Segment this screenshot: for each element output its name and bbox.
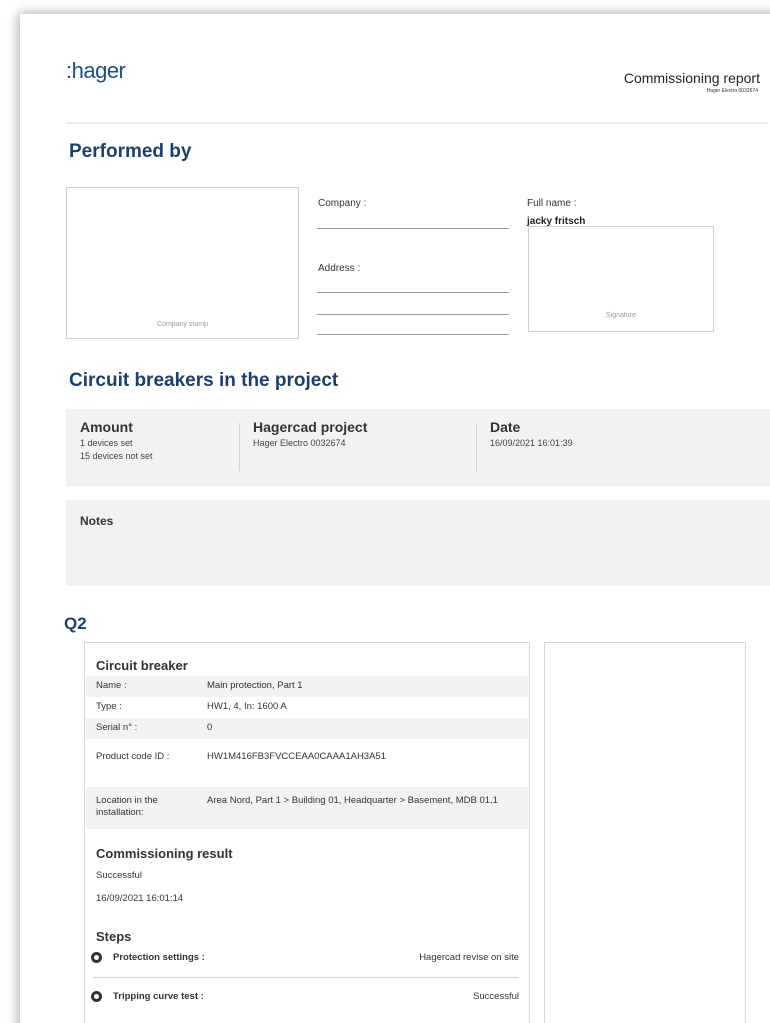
steps-heading: Steps bbox=[96, 929, 132, 944]
list-item: Protection settings : Hagercad revise on… bbox=[91, 948, 519, 970]
address-field-line-2[interactable] bbox=[317, 314, 509, 315]
company-stamp-box: Company stamp bbox=[66, 187, 299, 339]
report-title: Commissioning report bbox=[623, 70, 760, 86]
hagercad-value: Hager Electro 0032674 bbox=[253, 438, 346, 448]
result-date: 16/09/2021 16:01:14 bbox=[96, 893, 184, 904]
address-field-line-3[interactable] bbox=[317, 334, 509, 335]
notes-panel: Notes bbox=[66, 500, 770, 586]
row-value: HW1M416FB3FVCCEAA0CAAA1AH3A51 bbox=[207, 751, 386, 762]
report-page: :hager Commissioning report Hager Electr… bbox=[20, 14, 770, 1023]
project-heading: Circuit breakers in the project bbox=[69, 370, 339, 391]
hagercad-column: Hagercad project Hager Electro 0032674 bbox=[253, 419, 367, 448]
amount-title: Amount bbox=[80, 419, 133, 435]
address-label: Address : bbox=[318, 263, 361, 274]
step-result: Successful bbox=[473, 991, 519, 1002]
performed-by-heading: Performed by bbox=[69, 141, 192, 162]
step-result: Hagercad revise on site bbox=[419, 952, 519, 963]
summary-divider bbox=[476, 423, 477, 471]
signature-box: Signature bbox=[528, 226, 714, 332]
date-value: 16/09/2021 16:01:39 bbox=[490, 438, 573, 448]
amount-set: 1 devices set bbox=[80, 438, 133, 448]
company-stamp-label: Company stamp bbox=[157, 321, 208, 328]
row-value: HW1, 4, In: 1600 A bbox=[207, 701, 287, 712]
row-value: Main protection, Part 1 bbox=[207, 680, 303, 691]
report-subtitle: Hager Electro 0032674 bbox=[706, 88, 758, 94]
row-label: Serial n° : bbox=[96, 722, 138, 733]
step-name: Protection settings : bbox=[113, 952, 205, 963]
result-status: Successful bbox=[96, 870, 142, 881]
table-row: Location in the installation: Area Nord,… bbox=[86, 787, 528, 829]
header-divider bbox=[66, 122, 768, 124]
step-status-icon bbox=[91, 952, 102, 963]
amount-not-set: 15 devices not set bbox=[80, 451, 153, 461]
row-label: Location in the installation: bbox=[96, 795, 158, 818]
summary-divider bbox=[239, 423, 240, 471]
row-label: Type : bbox=[96, 701, 122, 712]
signature-label: Signature bbox=[606, 312, 636, 319]
hager-logo: :hager bbox=[66, 58, 126, 83]
row-value: Area Nord, Part 1 > Building 01, Headqua… bbox=[207, 795, 498, 806]
commissioning-result-heading: Commissioning result bbox=[96, 846, 233, 861]
table-row: Type : HW1, 4, In: 1600 A bbox=[86, 697, 528, 718]
address-field-line-1[interactable] bbox=[317, 292, 509, 293]
hagercad-title: Hagercad project bbox=[253, 419, 368, 435]
company-label: Company : bbox=[318, 198, 367, 209]
step-name: Tripping curve test : bbox=[113, 991, 204, 1002]
notes-title: Notes bbox=[80, 514, 114, 528]
project-summary-panel: Amount 1 devices set 15 devices not set … bbox=[66, 409, 770, 486]
table-row: Name : Main protection, Part 1 bbox=[86, 676, 528, 697]
device-image-card bbox=[544, 642, 746, 1023]
circuit-breaker-card: Circuit breaker Name : Main protection, … bbox=[84, 642, 530, 1023]
row-value: 0 bbox=[207, 722, 213, 733]
full-name-label: Full name : bbox=[527, 198, 577, 209]
step-status-icon bbox=[91, 991, 102, 1002]
step-divider bbox=[93, 977, 519, 978]
amount-column: Amount 1 devices set 15 devices not set bbox=[80, 419, 153, 461]
table-row: Serial n° : 0 bbox=[86, 718, 528, 739]
company-field-line[interactable] bbox=[317, 228, 509, 229]
date-column: Date 16/09/2021 16:01:39 bbox=[490, 419, 573, 448]
circuit-breaker-heading: Circuit breaker bbox=[96, 658, 188, 673]
row-label: Product code ID : bbox=[96, 751, 170, 762]
list-item: Tripping curve test : Successful bbox=[91, 987, 519, 1009]
date-title: Date bbox=[490, 419, 521, 435]
table-row: Product code ID : HW1M416FB3FVCCEAA0CAAA… bbox=[86, 739, 528, 787]
row-label: Name : bbox=[96, 680, 127, 691]
device-heading: Q2 bbox=[64, 614, 87, 633]
